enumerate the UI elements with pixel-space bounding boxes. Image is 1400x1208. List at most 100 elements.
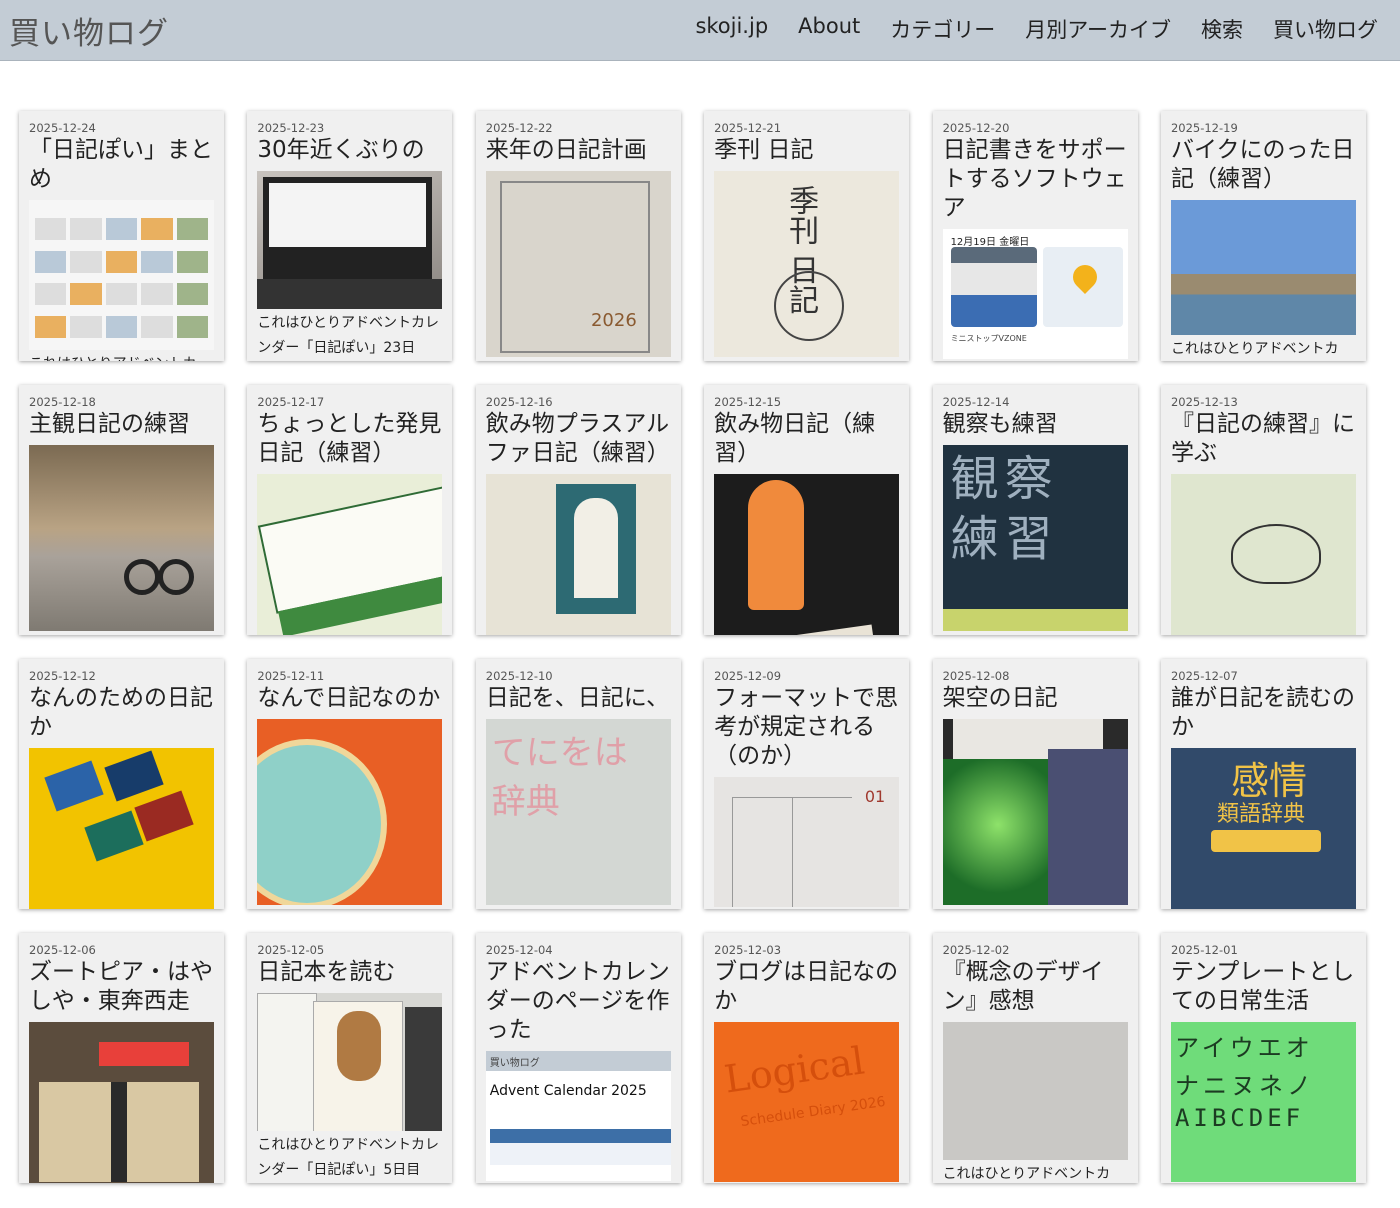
- post-card[interactable]: 2025-12-15 飲み物日記（練習）: [704, 385, 910, 635]
- post-thumbnail[interactable]: 感情 類語辞典: [1170, 748, 1356, 909]
- nav-shopping-log[interactable]: 買い物ログ: [1273, 14, 1378, 44]
- post-card[interactable]: 2025-12-09 フォーマットで思考が規定される（のか） 01: [704, 659, 910, 909]
- book-band-image: [942, 609, 1128, 631]
- post-title[interactable]: アドベントカレンダーのページを作った: [476, 957, 681, 1045]
- post-title[interactable]: 『日記の練習』に学ぶ: [1161, 409, 1366, 468]
- notebook-image: [134, 790, 194, 842]
- post-thumbnail[interactable]: 観察 練習: [942, 445, 1128, 631]
- post-card[interactable]: 2025-12-16 飲み物プラスアルファ日記（練習）: [475, 385, 681, 635]
- post-card[interactable]: 2025-12-10 日記を、日記に、 てにをは 辞典: [475, 659, 681, 909]
- post-date: 2025-12-15: [714, 395, 782, 409]
- post-title[interactable]: 来年の日記計画: [476, 135, 681, 165]
- nav-about[interactable]: About: [798, 14, 860, 44]
- post-card[interactable]: 2025-12-13 『日記の練習』に学ぶ: [1160, 385, 1366, 635]
- post-thumbnail[interactable]: 買い物ログ Advent Calendar 2025: [485, 1051, 671, 1181]
- post-card[interactable]: 2025-12-24 「日記ぽい」まとめ これはひとりアドベントカ: [19, 111, 224, 361]
- post-thumbnail[interactable]: [257, 993, 443, 1131]
- site-header: 買い物ログ skoji.jp About カテゴリー 月別アーカイブ 検索 買い…: [0, 0, 1400, 61]
- post-title[interactable]: バイクにのった日記（練習）: [1161, 135, 1366, 194]
- post-thumbnail[interactable]: [29, 748, 214, 909]
- post-card[interactable]: 2025-12-02 『概念のデザイン』感想 これはひとりアドベントカ: [932, 933, 1138, 1183]
- post-card[interactable]: 2025-12-22 来年の日記計画 2026: [475, 111, 681, 361]
- post-card[interactable]: 2025-12-12 なんのための日記か: [19, 659, 224, 909]
- post-excerpt: これはひとりアドベントカ: [1170, 341, 1339, 357]
- post-card[interactable]: 2025-12-19 バイクにのった日記（練習） これはひとりアドベントカ: [1160, 111, 1366, 361]
- post-card[interactable]: 2025-12-11 なんで日記なのか: [247, 659, 453, 909]
- post-thumbnail[interactable]: [257, 474, 443, 635]
- post-title[interactable]: 「日記ぽい」まとめ: [19, 135, 224, 194]
- post-thumbnail[interactable]: 季刊 日記: [714, 171, 900, 357]
- post-title[interactable]: 『概念のデザイン』感想: [933, 957, 1138, 1016]
- post-thumbnail[interactable]: [714, 474, 900, 635]
- post-title[interactable]: なんのための日記か: [19, 683, 224, 742]
- nav-skoji[interactable]: skoji.jp: [695, 14, 768, 44]
- post-thumbnail[interactable]: [1170, 474, 1356, 635]
- nav-category[interactable]: カテゴリー: [890, 14, 995, 44]
- dictionary-title-text: てにをは 辞典: [491, 733, 628, 822]
- book-band-image: [1210, 830, 1321, 852]
- post-card[interactable]: 2025-12-03 ブログは日記なのか Logical Schedule Di…: [704, 933, 910, 1183]
- post-thumbnail[interactable]: てにをは 辞典: [485, 719, 671, 905]
- post-title[interactable]: 飲み物日記（練習）: [704, 409, 909, 468]
- post-card[interactable]: 2025-12-04 アドベントカレンダーのページを作った 買い物ログ Adve…: [475, 933, 681, 1183]
- app-place-text: ミニストップVZONE: [950, 334, 1027, 343]
- post-date: 2025-12-21: [714, 121, 782, 135]
- post-excerpt: これはひとりアドベントカ: [19, 350, 224, 361]
- post-title[interactable]: 日記本を読む: [247, 957, 452, 987]
- post-card[interactable]: 2025-12-01 テンプレートとしての日常生活 アイウエオ ナニヌネノ AI…: [1160, 933, 1366, 1183]
- post-thumbnail[interactable]: [29, 1022, 214, 1183]
- calendar-cell: [792, 797, 853, 907]
- nav-monthly-archive[interactable]: 月別アーカイブ: [1025, 14, 1171, 44]
- post-thumbnail[interactable]: [485, 474, 671, 635]
- post-thumbnail[interactable]: [1170, 200, 1356, 335]
- post-title[interactable]: 飲み物プラスアルファ日記（練習）: [476, 409, 681, 468]
- post-title[interactable]: ズートピア・はやしや・東奔西走: [19, 957, 224, 1016]
- motorbike-image: [124, 535, 194, 595]
- post-title[interactable]: ちょっとした発見日記（練習）: [247, 409, 452, 468]
- post-title[interactable]: フォーマットで思考が規定される（のか）: [704, 683, 909, 771]
- post-title[interactable]: 30年近くぶりの: [247, 135, 452, 165]
- notebook-image: [44, 760, 104, 812]
- post-thumbnail[interactable]: 12月19日 金曜日 ミニストップVZONE: [942, 229, 1128, 359]
- post-card[interactable]: 2025-12-17 ちょっとした発見日記（練習）: [247, 385, 453, 635]
- post-thumbnail[interactable]: [942, 719, 1128, 905]
- shop-sign-image: [99, 1042, 189, 1066]
- post-date: 2025-12-07: [1170, 669, 1238, 683]
- post-thumbnail[interactable]: [257, 719, 443, 905]
- post-title[interactable]: なんで日記なのか: [247, 683, 452, 713]
- post-card[interactable]: 2025-12-18 主観日記の練習: [19, 385, 224, 635]
- post-card[interactable]: 2025-12-08 架空の日記: [932, 659, 1138, 909]
- post-title[interactable]: 日記書きをサポートするソフトウェア: [933, 135, 1138, 223]
- bottle-label-image: [762, 624, 876, 635]
- post-card[interactable]: 2025-12-20 日記書きをサポートするソフトウェア 12月19日 金曜日 …: [932, 111, 1138, 361]
- post-date: 2025-12-20: [942, 121, 1010, 135]
- book-subtitle-text: 類語辞典: [1216, 802, 1305, 827]
- post-thumbnail[interactable]: [942, 1022, 1128, 1160]
- post-card[interactable]: 2025-12-07 誰が日記を読むのか 感情 類語辞典: [1160, 659, 1366, 909]
- post-title[interactable]: 日記を、日記に、: [476, 683, 681, 713]
- post-thumbnail[interactable]: 2026: [485, 171, 671, 357]
- post-thumbnail[interactable]: Logical Schedule Diary 2026: [714, 1022, 900, 1182]
- post-card[interactable]: 2025-12-21 季刊 日記 季刊 日記: [704, 111, 910, 361]
- post-card[interactable]: 2025-12-23 30年近くぶりの これはひとりアドベントカレンダー「日記ぽ…: [247, 111, 453, 361]
- site-title-link[interactable]: 買い物ログ: [9, 8, 169, 53]
- post-title[interactable]: ブログは日記なのか: [704, 957, 909, 1016]
- post-thumbnail[interactable]: アイウエオ ナニヌネノ AIBCDEF: [1170, 1022, 1356, 1182]
- post-grid: 2025-12-24 「日記ぽい」まとめ これはひとりアドベントカ 2025-1…: [19, 111, 1381, 1183]
- nav-search[interactable]: 検索: [1201, 14, 1243, 44]
- post-thumbnail[interactable]: [29, 445, 214, 631]
- post-title[interactable]: 主観日記の練習: [19, 409, 224, 439]
- post-thumbnail[interactable]: [29, 200, 214, 350]
- post-title[interactable]: 誰が日記を読むのか: [1161, 683, 1366, 742]
- post-card[interactable]: 2025-12-06 ズートピア・はやしや・東奔西走: [19, 933, 224, 1183]
- post-thumbnail[interactable]: [257, 171, 443, 309]
- post-title[interactable]: 架空の日記: [933, 683, 1138, 713]
- post-title[interactable]: テンプレートとしての日常生活: [1161, 957, 1366, 1016]
- post-card[interactable]: 2025-12-14 観察も練習 観察 練習: [932, 385, 1138, 635]
- stencil-text: AIBCDEF: [1174, 1104, 1305, 1132]
- post-card[interactable]: 2025-12-05 日記本を読む これはひとりアドベントカレンダー「日記ぽい」…: [247, 933, 453, 1183]
- coaster-image: [257, 739, 388, 905]
- post-title[interactable]: 季刊 日記: [704, 135, 909, 165]
- post-title[interactable]: 観察も練習: [933, 409, 1138, 439]
- post-thumbnail[interactable]: 01: [714, 777, 900, 907]
